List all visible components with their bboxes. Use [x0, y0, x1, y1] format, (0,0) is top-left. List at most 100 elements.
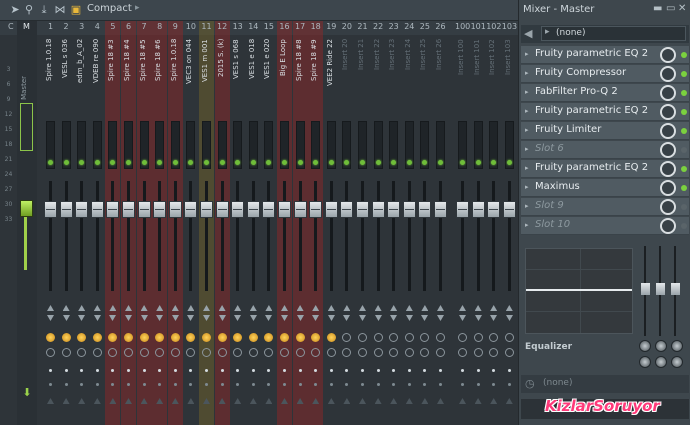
route-dot[interactable] — [345, 369, 349, 372]
output-select[interactable]: (none) — [543, 378, 572, 388]
layout-icon[interactable]: ▣ — [69, 3, 83, 17]
send-arrow-icon[interactable] — [203, 398, 210, 404]
down-arrow-icon[interactable] — [406, 315, 413, 321]
eq-knob[interactable] — [655, 340, 667, 352]
stereo-knob[interactable] — [264, 348, 274, 357]
volume-fader[interactable] — [278, 201, 291, 218]
route-dot[interactable] — [267, 383, 271, 386]
chevron-right-icon[interactable]: ▸ — [135, 3, 140, 13]
track-name[interactable]: VESL s 036 — [60, 38, 73, 118]
down-arrow-icon[interactable] — [490, 315, 497, 321]
pan-knob[interactable] — [92, 333, 102, 342]
send-arrow-icon[interactable] — [249, 398, 257, 404]
volume-fader[interactable] — [371, 201, 385, 218]
up-arrow-icon[interactable] — [171, 305, 179, 311]
mix-knob[interactable] — [660, 161, 676, 177]
enable-led[interactable] — [48, 160, 53, 165]
enable-led[interactable] — [460, 160, 465, 165]
volume-fader[interactable] — [122, 201, 135, 218]
enable-led[interactable] — [438, 160, 443, 165]
effect-slot[interactable]: ▸ Fruity parametric EQ 2 — [521, 160, 689, 178]
send-arrow-icon[interactable] — [234, 398, 242, 404]
mixer-track[interactable]: 4 VDEB re 090 — [90, 21, 105, 425]
stereo-knob[interactable] — [504, 348, 514, 357]
send-arrow-icon[interactable] — [109, 398, 117, 404]
stereo-knob[interactable] — [155, 348, 165, 357]
volume-fader[interactable] — [231, 201, 245, 218]
route-dot[interactable] — [392, 383, 396, 386]
stereo-knob[interactable] — [326, 348, 336, 357]
mixer-track[interactable]: 102 Insert 102 — [486, 21, 501, 425]
route-dot[interactable] — [95, 369, 99, 372]
eq-knob[interactable] — [639, 340, 651, 352]
pan-knob[interactable] — [280, 333, 289, 342]
down-arrow-icon[interactable] — [250, 315, 257, 321]
mixer-track[interactable]: 25 Insert 25 — [417, 21, 432, 425]
send-arrow-icon[interactable] — [47, 398, 54, 404]
route-dot[interactable] — [407, 369, 411, 372]
down-arrow-icon[interactable] — [475, 315, 482, 321]
eq-knob[interactable] — [639, 356, 651, 368]
enable-led[interactable] — [63, 160, 69, 165]
up-arrow-icon[interactable] — [156, 305, 164, 311]
volume-fader[interactable] — [502, 201, 516, 218]
up-arrow-icon[interactable] — [109, 305, 117, 311]
down-arrow-icon[interactable] — [219, 315, 226, 321]
stereo-knob[interactable] — [489, 348, 499, 357]
up-arrow-icon[interactable] — [281, 305, 288, 311]
send-arrow-icon[interactable] — [327, 398, 335, 404]
send-arrow-icon[interactable] — [312, 398, 320, 404]
up-arrow-icon[interactable] — [140, 305, 148, 311]
eq-knob[interactable] — [671, 340, 683, 352]
up-arrow-icon[interactable] — [390, 305, 398, 311]
mixer-track[interactable]: 16 Big E Loop — [277, 21, 292, 425]
track-name[interactable]: VDEB re 090 — [91, 38, 104, 118]
route-dot[interactable] — [376, 369, 380, 372]
route-dot[interactable] — [361, 383, 364, 386]
mixer-track[interactable]: 18 Spire 18 #9 — [308, 21, 324, 425]
enable-led[interactable] — [94, 160, 100, 165]
mixer-track[interactable]: 5 Spire 18 #3 — [105, 21, 121, 425]
track-name[interactable]: Spire 18 #5 — [138, 38, 151, 118]
mixer-track[interactable]: 17 Spire 18 #8 — [292, 21, 308, 425]
route-dot[interactable] — [142, 383, 146, 386]
route-dot[interactable] — [492, 369, 496, 372]
slot-enable-led[interactable] — [681, 128, 687, 134]
send-arrow-icon[interactable] — [474, 398, 482, 404]
track-name[interactable]: Insert 25 — [418, 38, 431, 118]
mixer-track[interactable]: 8 Spire 18 #6 — [152, 21, 168, 425]
route-dot[interactable] — [236, 383, 240, 386]
route-dot[interactable] — [329, 383, 333, 386]
route-dot[interactable] — [314, 383, 318, 386]
route-dot[interactable] — [476, 383, 480, 386]
route-dot[interactable] — [111, 383, 115, 386]
track-name[interactable]: VES1 e 018 — [247, 38, 260, 118]
enable-led[interactable] — [475, 160, 481, 165]
pan-knob[interactable] — [155, 333, 165, 342]
mixer-track[interactable]: 1 Spire 1.0.18 — [43, 21, 58, 425]
mix-knob[interactable] — [660, 180, 676, 196]
down-arrow-icon[interactable] — [459, 315, 466, 321]
slot-enable-led[interactable] — [681, 71, 687, 77]
eq-knob[interactable] — [671, 356, 683, 368]
stereo-knob[interactable] — [342, 348, 352, 357]
slot-enable-led[interactable] — [681, 52, 687, 58]
route-dot[interactable] — [461, 369, 464, 372]
stereo-knob[interactable] — [217, 348, 227, 357]
down-arrow-icon[interactable] — [421, 315, 428, 321]
up-arrow-icon[interactable] — [474, 305, 482, 311]
pan-knob[interactable] — [217, 333, 227, 342]
slot-enable-led[interactable] — [681, 90, 687, 96]
down-arrow-icon[interactable] — [328, 315, 335, 321]
pan-knob[interactable] — [139, 333, 149, 342]
pan-knob[interactable] — [311, 333, 321, 342]
up-arrow-icon[interactable] — [265, 305, 273, 311]
track-name[interactable]: Spire 1.0.18 — [169, 38, 182, 118]
mixer-track[interactable]: 6 Spire 18 #4 — [121, 21, 136, 425]
down-arrow-icon[interactable] — [312, 315, 319, 321]
pan-knob[interactable] — [248, 333, 258, 342]
down-arrow-icon[interactable] — [375, 315, 382, 321]
route-dot[interactable] — [64, 369, 68, 372]
pan-knob[interactable] — [458, 333, 467, 342]
pan-knob[interactable] — [342, 333, 352, 342]
